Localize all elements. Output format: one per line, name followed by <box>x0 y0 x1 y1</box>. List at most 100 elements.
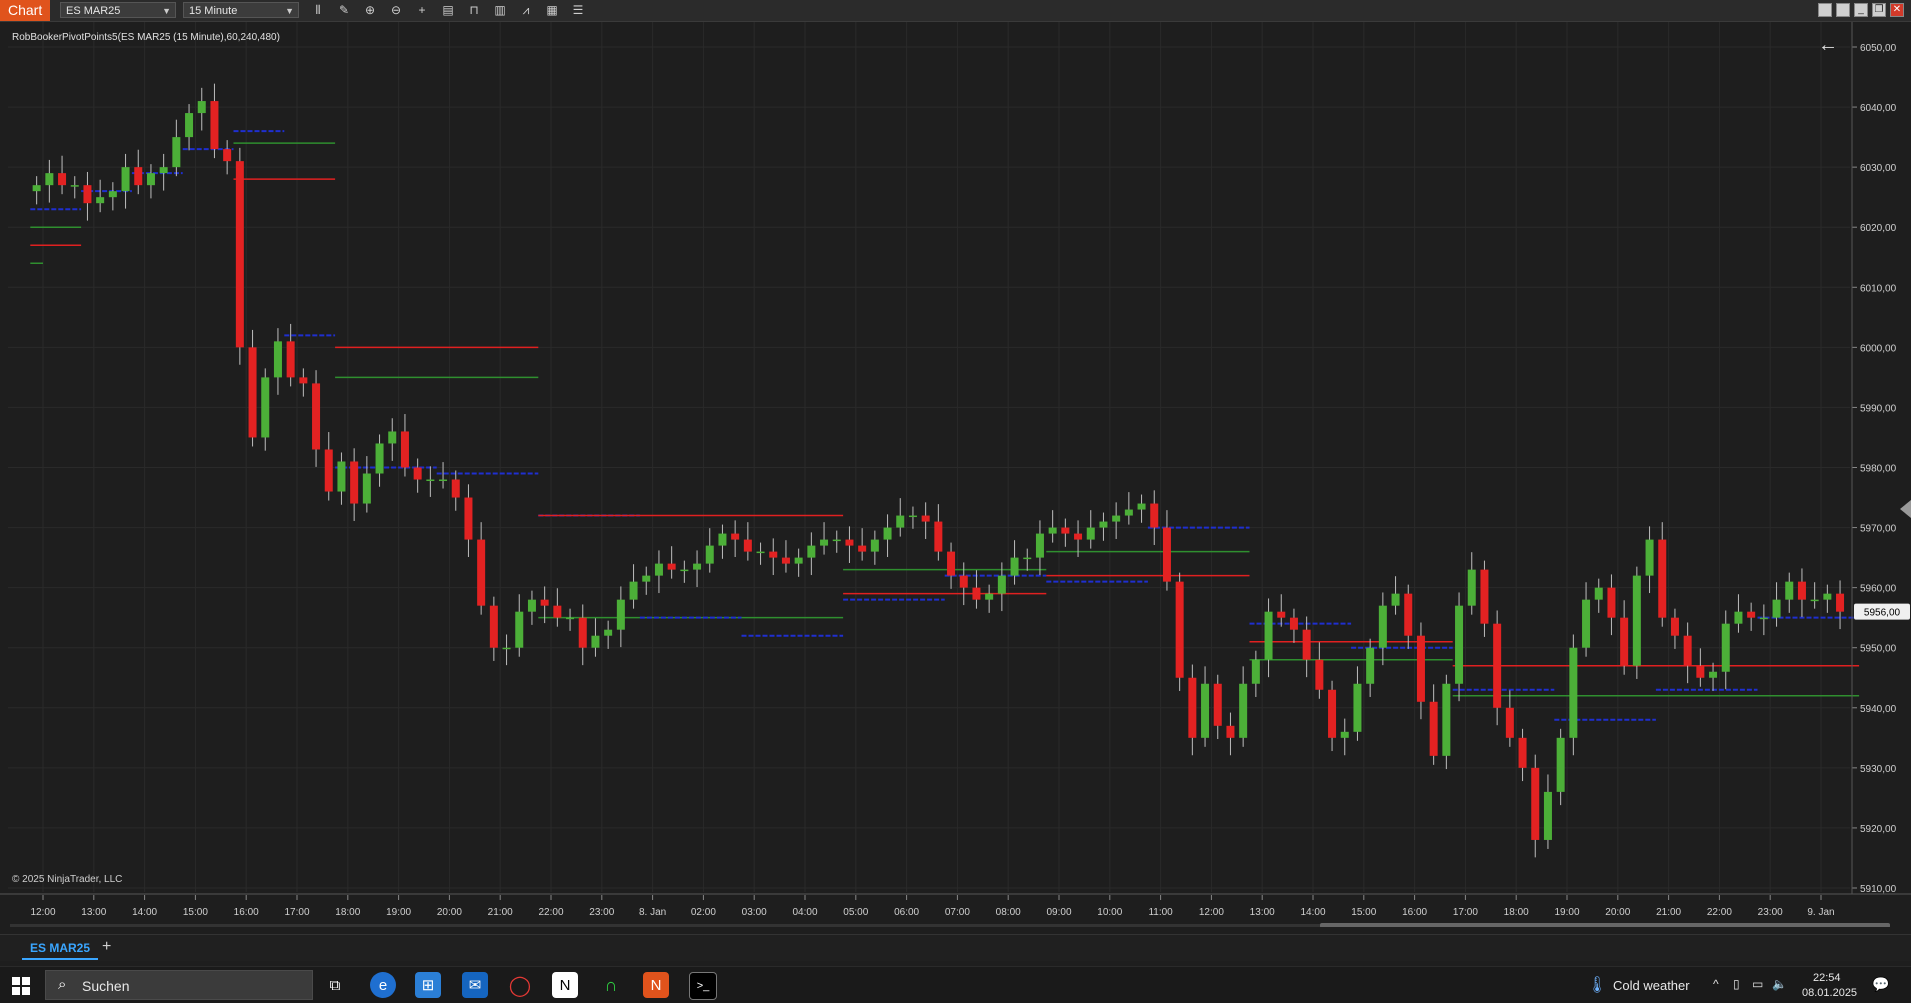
clock-time[interactable]: 22:54 <box>1813 972 1841 984</box>
candle-down <box>959 575 968 588</box>
candle-up <box>1048 527 1057 534</box>
instrument-selector[interactable]: ES MAR25 ▼ <box>60 2 176 18</box>
candle-down <box>1404 593 1413 636</box>
candle-down <box>845 539 854 546</box>
candle-down <box>921 515 930 522</box>
properties-icon[interactable]: ⊓ <box>465 2 483 18</box>
candle-down <box>1797 581 1806 600</box>
candle-up <box>1023 557 1032 560</box>
chevron-down-icon: ▼ <box>285 6 294 16</box>
y-tick-label: 6000,00 <box>1860 343 1897 354</box>
chevron-up-icon[interactable]: ^ <box>1713 977 1719 991</box>
side-panel-handle-icon[interactable] <box>1900 500 1911 518</box>
windows-start-icon[interactable] <box>12 977 30 995</box>
indicator-icon[interactable]: ⩘ <box>517 2 535 18</box>
x-tick-label: 13:00 <box>1250 907 1275 918</box>
candle-down <box>1683 635 1692 666</box>
y-tick-label: 5910,00 <box>1860 884 1897 895</box>
y-tick-label: 5930,00 <box>1860 764 1897 775</box>
volume-icon[interactable]: 🔈 <box>1772 977 1787 991</box>
x-tick-label: 23:00 <box>589 907 614 918</box>
bar-type-icon[interactable]: ⫴ <box>309 2 327 18</box>
chart-panel[interactable]: 6050,00 6040,00 6030,00 6020,00 6010,00 6000,… <box>0 22 1911 927</box>
current-price-label: 5956,00 <box>1864 608 1901 619</box>
candle-up <box>172 137 181 168</box>
candle-down <box>578 617 587 648</box>
taskbar-search-input[interactable]: ⌕ Suchen <box>45 970 313 1000</box>
candle-down <box>477 539 486 606</box>
interval-selector[interactable]: 15 Minute ▼ <box>183 2 299 18</box>
candle-down <box>1289 617 1298 630</box>
y-tick-label: 5960,00 <box>1860 584 1897 595</box>
candle-down <box>1328 689 1337 738</box>
indicator-label: RobBookerPivotPoints5(ES MAR25 (15 Minut… <box>12 32 280 43</box>
crosshair-icon[interactable]: + <box>413 2 431 18</box>
opera-browser-icon[interactable]: ◯ <box>507 972 533 998</box>
window-icon[interactable] <box>1836 3 1850 17</box>
back-arrow-icon[interactable]: ← <box>1818 34 1838 57</box>
candle-down <box>1607 587 1616 618</box>
weather-text[interactable]: Cold weather <box>1613 978 1690 993</box>
scrollbar-thumb[interactable] <box>1320 923 1890 927</box>
candle-down <box>1518 737 1527 768</box>
x-tick-label: 19:00 <box>1554 907 1579 918</box>
thermometer-icon[interactable]: 🌡 <box>1587 975 1607 995</box>
zoom-out-icon[interactable]: ⊖ <box>387 2 405 18</box>
x-tick-label: 22:00 <box>1707 907 1732 918</box>
candle-up <box>1772 599 1781 618</box>
display-icon[interactable]: ▭ <box>1752 977 1763 991</box>
notification-icon[interactable]: 💬 <box>1872 976 1889 993</box>
candle-down <box>312 383 321 450</box>
candle-up <box>108 191 117 198</box>
candle-down <box>1162 527 1171 582</box>
y-tick-label: 5980,00 <box>1860 464 1897 475</box>
list-icon[interactable]: ☰ <box>569 2 587 18</box>
candle-down <box>134 167 143 186</box>
ninjatrader-icon[interactable]: N <box>643 972 669 998</box>
store-icon[interactable]: ⊞ <box>415 972 441 998</box>
drawing-tools-icon[interactable]: ▦ <box>543 2 561 18</box>
x-tick-label: 16:00 <box>234 907 259 918</box>
terminal-icon[interactable]: >_ <box>689 972 717 1000</box>
candle-up <box>1340 731 1349 738</box>
candle-up <box>693 563 702 570</box>
candle-up <box>515 611 524 648</box>
candle-up <box>1264 611 1273 660</box>
chart-app-tab[interactable]: Chart <box>0 0 51 21</box>
candle-down <box>769 551 778 558</box>
x-tick-label: 21:00 <box>488 907 513 918</box>
minimize-icon[interactable]: _ <box>1854 3 1868 17</box>
pencil-icon[interactable]: ✎ <box>335 2 353 18</box>
candle-down <box>1061 527 1070 534</box>
task-view-icon[interactable]: ⧉ <box>322 972 348 998</box>
search-icon: ⌕ <box>58 976 67 993</box>
tab-es-mar25[interactable]: ES MAR25 <box>22 938 99 960</box>
strategy-icon[interactable]: ▥ <box>491 2 509 18</box>
candle-up <box>1759 617 1768 620</box>
candle-up <box>502 647 511 650</box>
taskbar: ⌕ Suchen ⧉ e ⊞ ✉ ◯ N ∩ N >_ 🌡 Cold weath… <box>0 966 1911 1003</box>
candle-down <box>1658 539 1667 618</box>
candle-up <box>1010 557 1019 576</box>
device-icon[interactable]: ▯ <box>1733 977 1740 991</box>
tile-icon[interactable] <box>1818 3 1832 17</box>
clock-date[interactable]: 08.01.2025 <box>1802 987 1857 999</box>
candle-down <box>1175 581 1184 678</box>
add-tab-button[interactable]: + <box>102 938 111 956</box>
candle-up <box>1785 581 1794 600</box>
mail-icon[interactable]: ✉ <box>462 972 488 998</box>
ninja-green-icon[interactable]: ∩ <box>598 972 624 998</box>
data-box-icon[interactable]: ▤ <box>439 2 457 18</box>
candle-up <box>883 527 892 540</box>
x-tick-label: 04:00 <box>792 907 817 918</box>
restore-icon[interactable]: ❐ <box>1872 3 1886 17</box>
y-tick-label: 6050,00 <box>1860 43 1897 54</box>
candle-down <box>1505 707 1514 738</box>
notion-icon[interactable]: N <box>552 972 578 998</box>
candle-up <box>1442 683 1451 756</box>
zoom-in-icon[interactable]: ⊕ <box>361 2 379 18</box>
close-icon[interactable]: ✕ <box>1890 3 1904 17</box>
edge-browser-icon[interactable]: e <box>370 972 396 998</box>
candle-down <box>781 557 790 564</box>
price-chart[interactable]: 6050,00 6040,00 6030,00 6020,00 6010,00 6000,… <box>0 22 1911 927</box>
